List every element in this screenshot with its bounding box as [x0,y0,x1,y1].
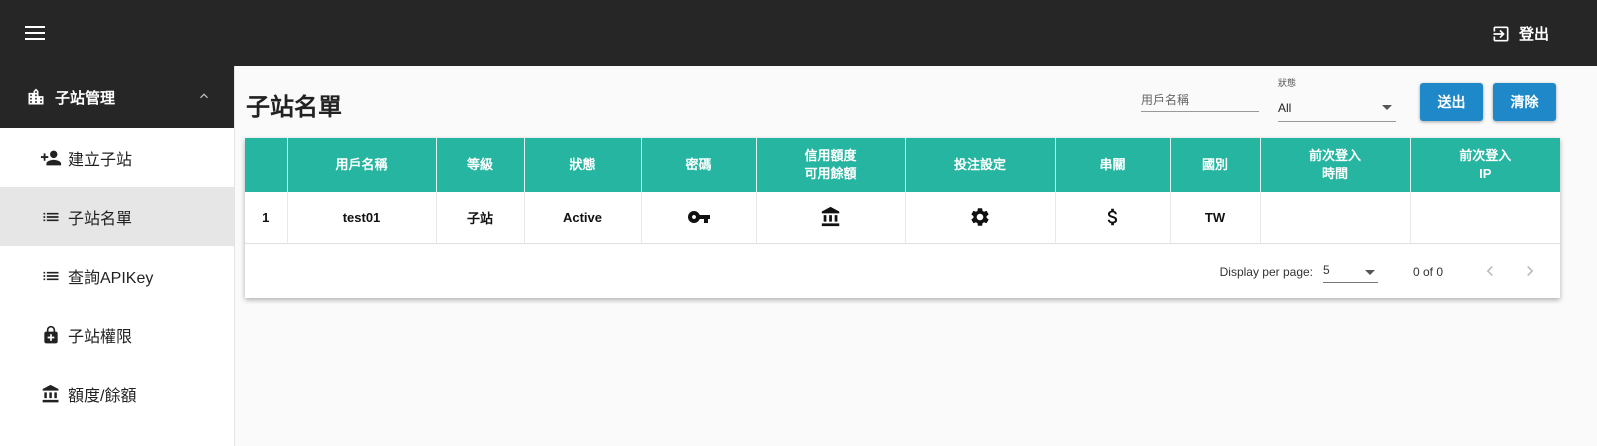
sub-site-table-card: 用戶名稱 等級 狀態 密碼 信用額度 可用餘額 投注設定 串關 國別 前次登入 … [245,138,1560,298]
sub-site-table: 用戶名稱 等級 狀態 密碼 信用額度 可用餘額 投注設定 串關 國別 前次登入 … [245,138,1560,244]
col-header-bet-settings: 投注設定 [905,138,1056,192]
pagination: Display per page: 5 0 of 0 [245,244,1560,298]
sidebar-item-create-sub-site[interactable]: 建立子站 [0,128,234,187]
sidebar-item-sub-site-list[interactable]: 子站名單 [0,187,234,246]
col-header-credit-balance: 信用額度 可用餘額 [756,138,906,192]
logout-label: 登出 [1518,26,1549,43]
chevron-up-icon[interactable] [196,88,212,104]
col-header-status: 狀態 [524,138,642,192]
cell-last-login-time [1260,192,1411,244]
dropdown-arrow-icon [1382,105,1392,110]
dollar-icon[interactable] [1102,206,1124,228]
sidebar-section-label: 子站管理 [55,89,116,107]
key-icon[interactable] [687,205,711,229]
username-filter [1141,88,1259,112]
main-content: 子站名單 狀態 All 送出 清除 用戶名稱 等級 狀態 密碼 信用額度 可用餘 [236,66,1597,446]
clear-button[interactable]: 清除 [1493,83,1556,121]
list-icon [40,265,62,287]
person-add-icon [40,147,62,169]
status-select-value: All [1278,101,1292,115]
col-header-parlay: 串關 [1055,138,1171,192]
per-page-value: 5 [1323,263,1330,277]
cell-parlay [1055,192,1171,244]
sidebar-item-query-apikey[interactable]: 查詢APIKey [0,246,234,305]
sidebar-section-sub-site-management[interactable]: 子站管理 [0,66,234,128]
cell-password [641,192,757,244]
col-header-last-login-ip: 前次登入 IP [1410,138,1560,192]
col-header-last-login-time: 前次登入 時間 [1260,138,1411,192]
username-search-input[interactable] [1141,88,1259,112]
sidebar-item-label: 額度/餘額 [68,387,137,405]
sidebar-item-label: 子站權限 [68,328,133,346]
page-title: 子站名單 [246,94,342,121]
col-header-level: 等級 [436,138,525,192]
logout-button[interactable]: 登出 [1491,23,1549,44]
table-row: 1 test01 子站 Active TW [245,192,1560,244]
sidebar-item-label: 子站名單 [68,210,133,228]
logout-icon [1493,26,1509,41]
cell-username: test01 [287,192,437,244]
page-range-text: 0 of 0 [1412,265,1443,279]
cell-level: 子站 [436,192,525,244]
list-icon [40,206,62,228]
building-icon [28,88,44,105]
col-header-username: 用戶名稱 [287,138,437,192]
chevron-right-icon[interactable] [1520,261,1540,281]
lock-icon [40,324,62,346]
submit-button[interactable]: 送出 [1420,83,1483,121]
sidebar: 子站管理 建立子站 子站名單 查詢APIKey 子站權限 額度/餘額 [0,66,235,446]
per-page-label: Display per page: [1219,265,1313,279]
status-select-label: 狀態 [1278,78,1297,88]
bank-icon [40,383,62,405]
col-header-index [245,138,288,192]
sidebar-item-label: 建立子站 [68,151,133,169]
col-header-password: 密碼 [641,138,757,192]
cell-country: TW [1170,192,1261,244]
cell-last-login-ip [1410,192,1560,244]
sidebar-item-label: 查詢APIKey [68,269,154,287]
cell-status: Active [524,192,642,244]
bank-icon[interactable] [820,206,842,228]
cell-bet-settings [905,192,1056,244]
chevron-left-icon[interactable] [1480,261,1500,281]
per-page-select[interactable]: 5 [1323,263,1378,283]
menu-icon[interactable] [22,22,48,46]
cell-credit-balance [756,192,906,244]
cell-index: 1 [245,192,288,244]
status-select[interactable]: All [1278,98,1396,122]
sidebar-item-sub-site-permissions[interactable]: 子站權限 [0,305,234,364]
gear-icon[interactable] [969,206,991,228]
col-header-country: 國別 [1170,138,1261,192]
table-header-row: 用戶名稱 等級 狀態 密碼 信用額度 可用餘額 投注設定 串關 國別 前次登入 … [245,138,1560,192]
app-bar: 登出 [0,0,1597,66]
dropdown-arrow-icon [1365,270,1375,275]
sidebar-item-credit-balance[interactable]: 額度/餘額 [0,364,234,423]
status-filter: 狀態 All [1278,77,1396,123]
